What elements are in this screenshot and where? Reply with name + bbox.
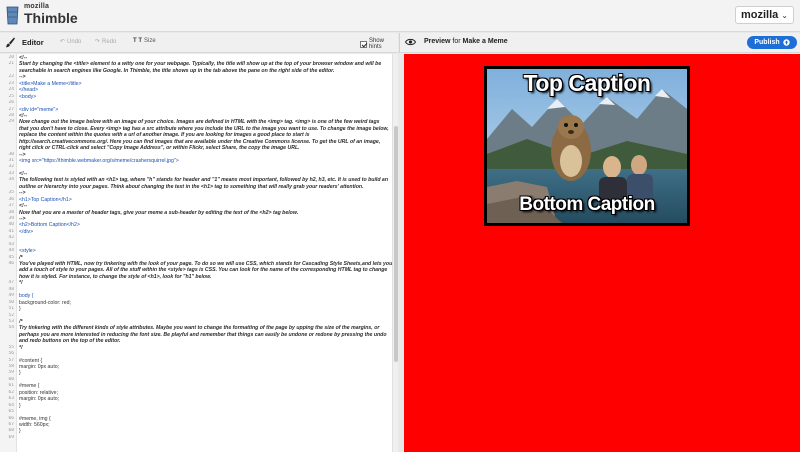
- account-label: mozilla: [741, 9, 779, 21]
- preview-prefix: Preview: [424, 38, 451, 45]
- editor-title: Editor: [22, 38, 44, 47]
- show-hints-toggle[interactable]: Show hints: [360, 38, 398, 50]
- text-size-icon: T T: [133, 38, 142, 44]
- redo-label: Redo: [102, 38, 117, 45]
- font-size-button[interactable]: T T Size: [133, 38, 156, 44]
- code-lines[interactable]: 20 <!-- 21 Start by changing the <title> el…: [0, 55, 392, 441]
- meme-top-caption: Top Caption: [523, 70, 651, 96]
- undo-label: Undo: [67, 38, 82, 45]
- preview-toolbar: Preview for Make a Meme Publish: [399, 33, 800, 53]
- undo-icon: ↶: [60, 39, 66, 45]
- meme-bottom-caption: Bottom Caption: [519, 194, 655, 215]
- eye-icon: [405, 38, 416, 46]
- chevron-down-icon: ⌄: [781, 10, 788, 20]
- redo-button[interactable]: ↷ Redo: [95, 38, 117, 46]
- show-hints-label: Show hints: [368, 38, 384, 50]
- size-label: Size: [144, 38, 156, 44]
- redo-icon: ↷: [95, 39, 101, 45]
- show-hints-checkbox[interactable]: [360, 40, 367, 48]
- upload-icon: [782, 39, 790, 46]
- line-number: 69: [8, 434, 14, 440]
- preview-title: Preview for Make a Meme: [424, 38, 508, 45]
- scrollbar-thumb[interactable]: [394, 126, 398, 362]
- account-menu-button[interactable]: mozilla ⌄: [735, 6, 794, 24]
- top-bar: mozilla Thimble mozilla ⌄: [0, 0, 800, 32]
- preview-page-name: Make a Meme: [462, 38, 508, 45]
- preview-pane: Top Caption Bottom Caption: [404, 54, 800, 452]
- publish-label: Publish: [754, 39, 780, 46]
- publish-button[interactable]: Publish: [747, 36, 797, 49]
- editor-toolbar: Editor ↶ Undo ↷ Redo T T Size Show hints: [0, 33, 398, 53]
- code-scrollbar[interactable]: [392, 54, 398, 452]
- brush-icon: [6, 37, 15, 48]
- undo-button[interactable]: ↶ Undo: [60, 38, 82, 46]
- preview-for: for: [450, 38, 463, 45]
- thimble-logo-icon[interactable]: [5, 6, 20, 25]
- code-editor[interactable]: 20 <!-- 21 Start by changing the <title> el…: [0, 54, 398, 452]
- brand-mozilla-label: mozilla: [24, 3, 50, 10]
- code-line[interactable]: 69: [0, 435, 392, 441]
- brand-name[interactable]: Thimble: [24, 10, 78, 26]
- thimble-app: mozilla Thimble mozilla ⌄ Editor ↶ Undo …: [0, 0, 800, 452]
